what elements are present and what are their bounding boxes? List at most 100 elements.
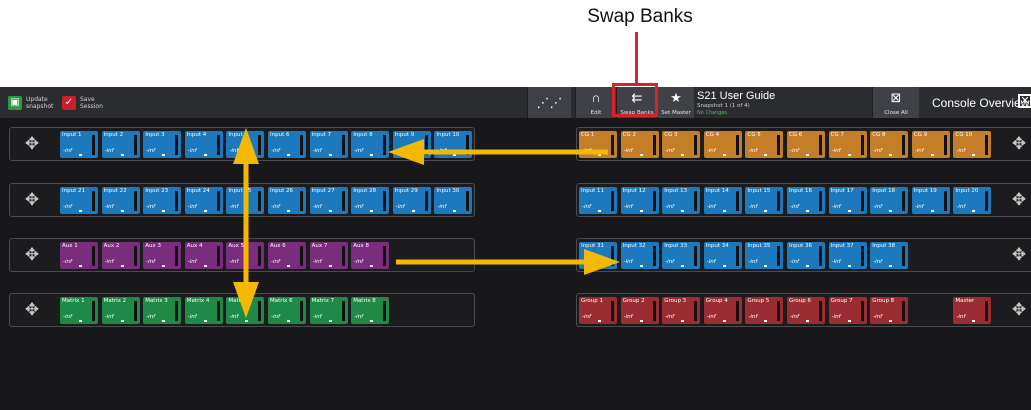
channel-strip[interactable]: Input 10 -inf [434,131,473,158]
right-bank-row: ✥ Input 11 -inf Input 12 -inf Input 13 -inf Inp… [576,183,1031,217]
channel-strip[interactable]: CG 1 -inf [579,131,617,158]
channel-strip[interactable]: Group 3 -inf [662,297,701,324]
channel-strip[interactable]: Matrix 7 -inf [309,297,348,324]
channel-strip[interactable]: Group 8 -inf [870,297,909,324]
channel-strip[interactable]: Input 6 -inf [268,131,306,158]
fader-meter [258,191,262,211]
channel-strip[interactable]: Input 4 -inf [184,131,223,158]
channel-strip[interactable]: Aux 2 -inf [101,242,140,269]
channel-name: Aux 8 [353,243,369,249]
channel-strip[interactable]: Input 3 -inf [143,131,182,158]
channel-strip[interactable]: CG 9 -inf [911,131,950,158]
channel-strip[interactable]: Input 14 -inf [703,187,742,214]
update-snapshot-button[interactable]: ▣ Update snapshot [8,93,53,113]
channel-name: CG 8 [872,132,886,138]
channel-strip[interactable]: CG 7 -inf [828,131,867,158]
channel-strip[interactable]: Input 38 -inf [870,242,909,269]
move-handle-icon[interactable]: ✥ [10,184,54,216]
set-master-button[interactable]: ★ Set Master [657,87,694,118]
close-icon[interactable]: ✕ [1018,94,1031,108]
channel-strip[interactable]: CG 3 -inf [662,131,701,158]
channel-strip[interactable]: Matrix 2 -inf [101,297,140,324]
channel-level: -inf [104,259,114,265]
channel-strip[interactable]: Matrix 1 -inf [60,297,98,324]
channel-strip[interactable]: Input 20 -inf [953,187,992,214]
move-handle-icon[interactable]: ✥ [997,128,1031,160]
channel-strip[interactable]: Input 35 -inf [745,242,784,269]
channel-strip[interactable]: Group 2 -inf [620,297,659,324]
channel-strip[interactable]: Input 32 -inf [620,242,659,269]
channel-strip[interactable]: Aux 1 -inf [60,242,98,269]
channel-strip[interactable]: CG 6 -inf [787,131,825,158]
channel-strip[interactable]: Input 30 -inf [434,187,473,214]
move-handle-icon[interactable]: ✥ [10,239,54,271]
channel-strip[interactable]: Input 16 -inf [787,187,825,214]
channel-strip[interactable]: Input 17 -inf [828,187,867,214]
channel-strip[interactable]: Input 13 -inf [662,187,701,214]
channel-strip[interactable]: Input 28 -inf [351,187,390,214]
channel-strip[interactable]: Input 29 -inf [392,187,431,214]
move-handle-icon[interactable]: ✥ [997,239,1031,271]
channel-strip[interactable]: Input 37 -inf [828,242,867,269]
channel-strip[interactable]: Input 22 -inf [101,187,140,214]
channel-strip[interactable]: Input 9 -inf [392,131,431,158]
channel-strip[interactable]: Group 4 -inf [703,297,742,324]
snapshot-subtitle: Snapshot 1 (1 of 4) [697,103,750,109]
channel-strip[interactable]: Input 1 -inf [60,131,98,158]
channel-strip[interactable]: Aux 5 -inf [226,242,265,269]
channel-strip[interactable]: Matrix 5 -inf [226,297,265,324]
channel-strip[interactable]: Input 15 -inf [745,187,784,214]
channel-level: -inf [104,148,114,154]
channel-strip[interactable]: Group 1 -inf [579,297,617,324]
channel-strip[interactable]: Group 7 -inf [828,297,867,324]
channel-strip[interactable]: Input 26 -inf [268,187,306,214]
channel-strip[interactable]: Input 5 -inf [226,131,265,158]
channel-strip[interactable]: Matrix 6 -inf [268,297,306,324]
channel-strip[interactable]: Input 2 -inf [101,131,140,158]
channel-strip[interactable]: CG 8 -inf [870,131,909,158]
move-handle-icon[interactable]: ✥ [997,294,1031,326]
channel-strip[interactable]: Input 36 -inf [787,242,825,269]
channel-strip[interactable]: Matrix 8 -inf [351,297,390,324]
channel-strip[interactable]: Matrix 4 -inf [184,297,223,324]
channel-strip[interactable]: Input 27 -inf [309,187,348,214]
channel-strip[interactable]: Master -inf [953,297,992,324]
channel-strip[interactable]: Input 18 -inf [870,187,909,214]
channel-strip[interactable]: Input 31 -inf [579,242,617,269]
channel-strip[interactable]: Group 6 -inf [787,297,825,324]
routing-button[interactable]: ⋰⋰ [527,87,571,118]
channel-strip[interactable]: Input 21 -inf [60,187,98,214]
channel-strip[interactable]: Aux 6 -inf [268,242,306,269]
channel-strip[interactable]: Input 25 -inf [226,187,265,214]
channel-strip[interactable]: Input 23 -inf [143,187,182,214]
move-handle-icon[interactable]: ✥ [10,294,54,326]
channel-strip[interactable]: Aux 3 -inf [143,242,182,269]
channel-strip[interactable]: Input 33 -inf [662,242,701,269]
channel-strip[interactable]: Input 34 -inf [703,242,742,269]
channel-level: -inf [354,314,364,320]
channel-strip[interactable]: Aux 4 -inf [184,242,223,269]
move-handle-icon[interactable]: ✥ [997,184,1031,216]
channel-strip[interactable]: Input 19 -inf [911,187,950,214]
channel-strip[interactable]: CG 4 -inf [703,131,742,158]
channel-strip[interactable]: Input 7 -inf [309,131,348,158]
move-handle-icon[interactable]: ✥ [10,128,54,160]
channel-name: Matrix 2 [103,298,127,304]
channel-strip[interactable]: Aux 8 -inf [351,242,390,269]
edit-button[interactable]: ∩ Edit [575,87,616,118]
channel-strip[interactable]: CG 2 -inf [620,131,659,158]
channel-strip[interactable]: Input 11 -inf [579,187,617,214]
channel-strip[interactable]: CG 10 -inf [953,131,992,158]
channel-strip[interactable]: Input 8 -inf [351,131,390,158]
channel-strip[interactable]: CG 5 -inf [745,131,784,158]
channel-strip[interactable]: Input 24 -inf [184,187,223,214]
channel-strip[interactable]: Matrix 3 -inf [143,297,182,324]
save-session-button[interactable]: ✓ Save Session [62,93,103,113]
channel-strip[interactable]: Input 12 -inf [620,187,659,214]
fader-meter [424,191,428,211]
channel-name: Matrix 6 [270,298,293,304]
channel-strip[interactable]: Aux 7 -inf [309,242,348,269]
channel-level: -inf [790,314,799,320]
close-all-button[interactable]: ⊠ Close All [872,87,919,118]
channel-strip[interactable]: Group 5 -inf [745,297,784,324]
